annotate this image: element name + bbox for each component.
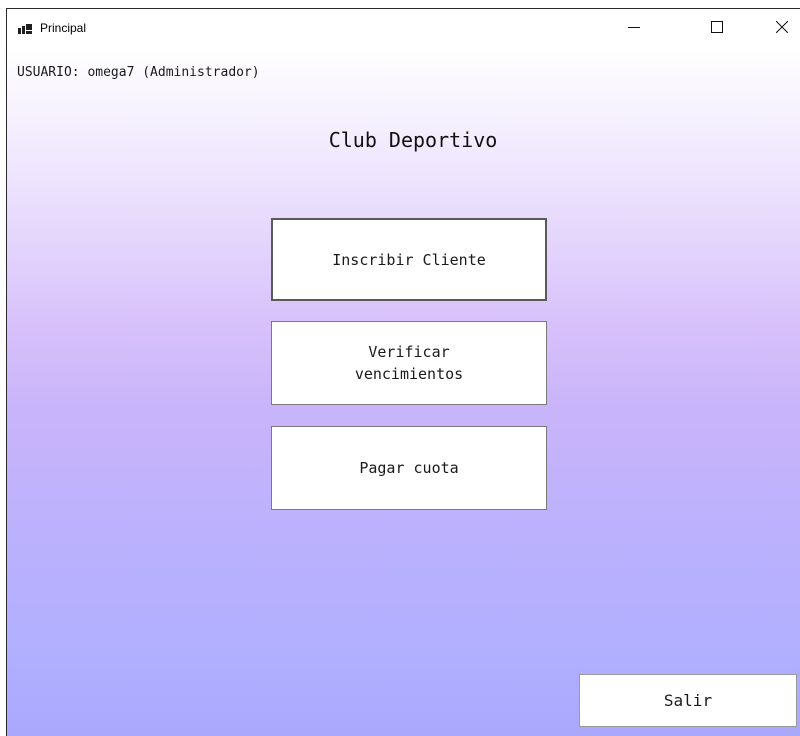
verificar-vencimientos-button[interactable]: Verificar vencimientos bbox=[271, 321, 547, 405]
page-title: Club Deportivo bbox=[328, 128, 498, 152]
main-window: Principal USUARIO: omega7 (Administrador… bbox=[6, 8, 800, 736]
title-bar[interactable]: Principal bbox=[7, 9, 800, 49]
salir-button[interactable]: Salir bbox=[579, 674, 797, 727]
minimize-button[interactable] bbox=[611, 9, 657, 49]
inscribir-cliente-button[interactable]: Inscribir Cliente bbox=[271, 218, 547, 301]
close-icon bbox=[775, 20, 789, 38]
maximize-icon bbox=[711, 20, 723, 38]
minimize-icon bbox=[628, 20, 640, 38]
user-label: USUARIO: omega7 (Administrador) bbox=[17, 65, 260, 80]
window-title: Principal bbox=[40, 21, 87, 35]
close-button[interactable] bbox=[759, 9, 800, 49]
pagar-cuota-button[interactable]: Pagar cuota bbox=[271, 426, 547, 510]
maximize-button[interactable] bbox=[694, 9, 740, 49]
window-app-icon bbox=[18, 23, 32, 35]
form-client-area: USUARIO: omega7 (Administrador) Club Dep… bbox=[7, 49, 800, 736]
